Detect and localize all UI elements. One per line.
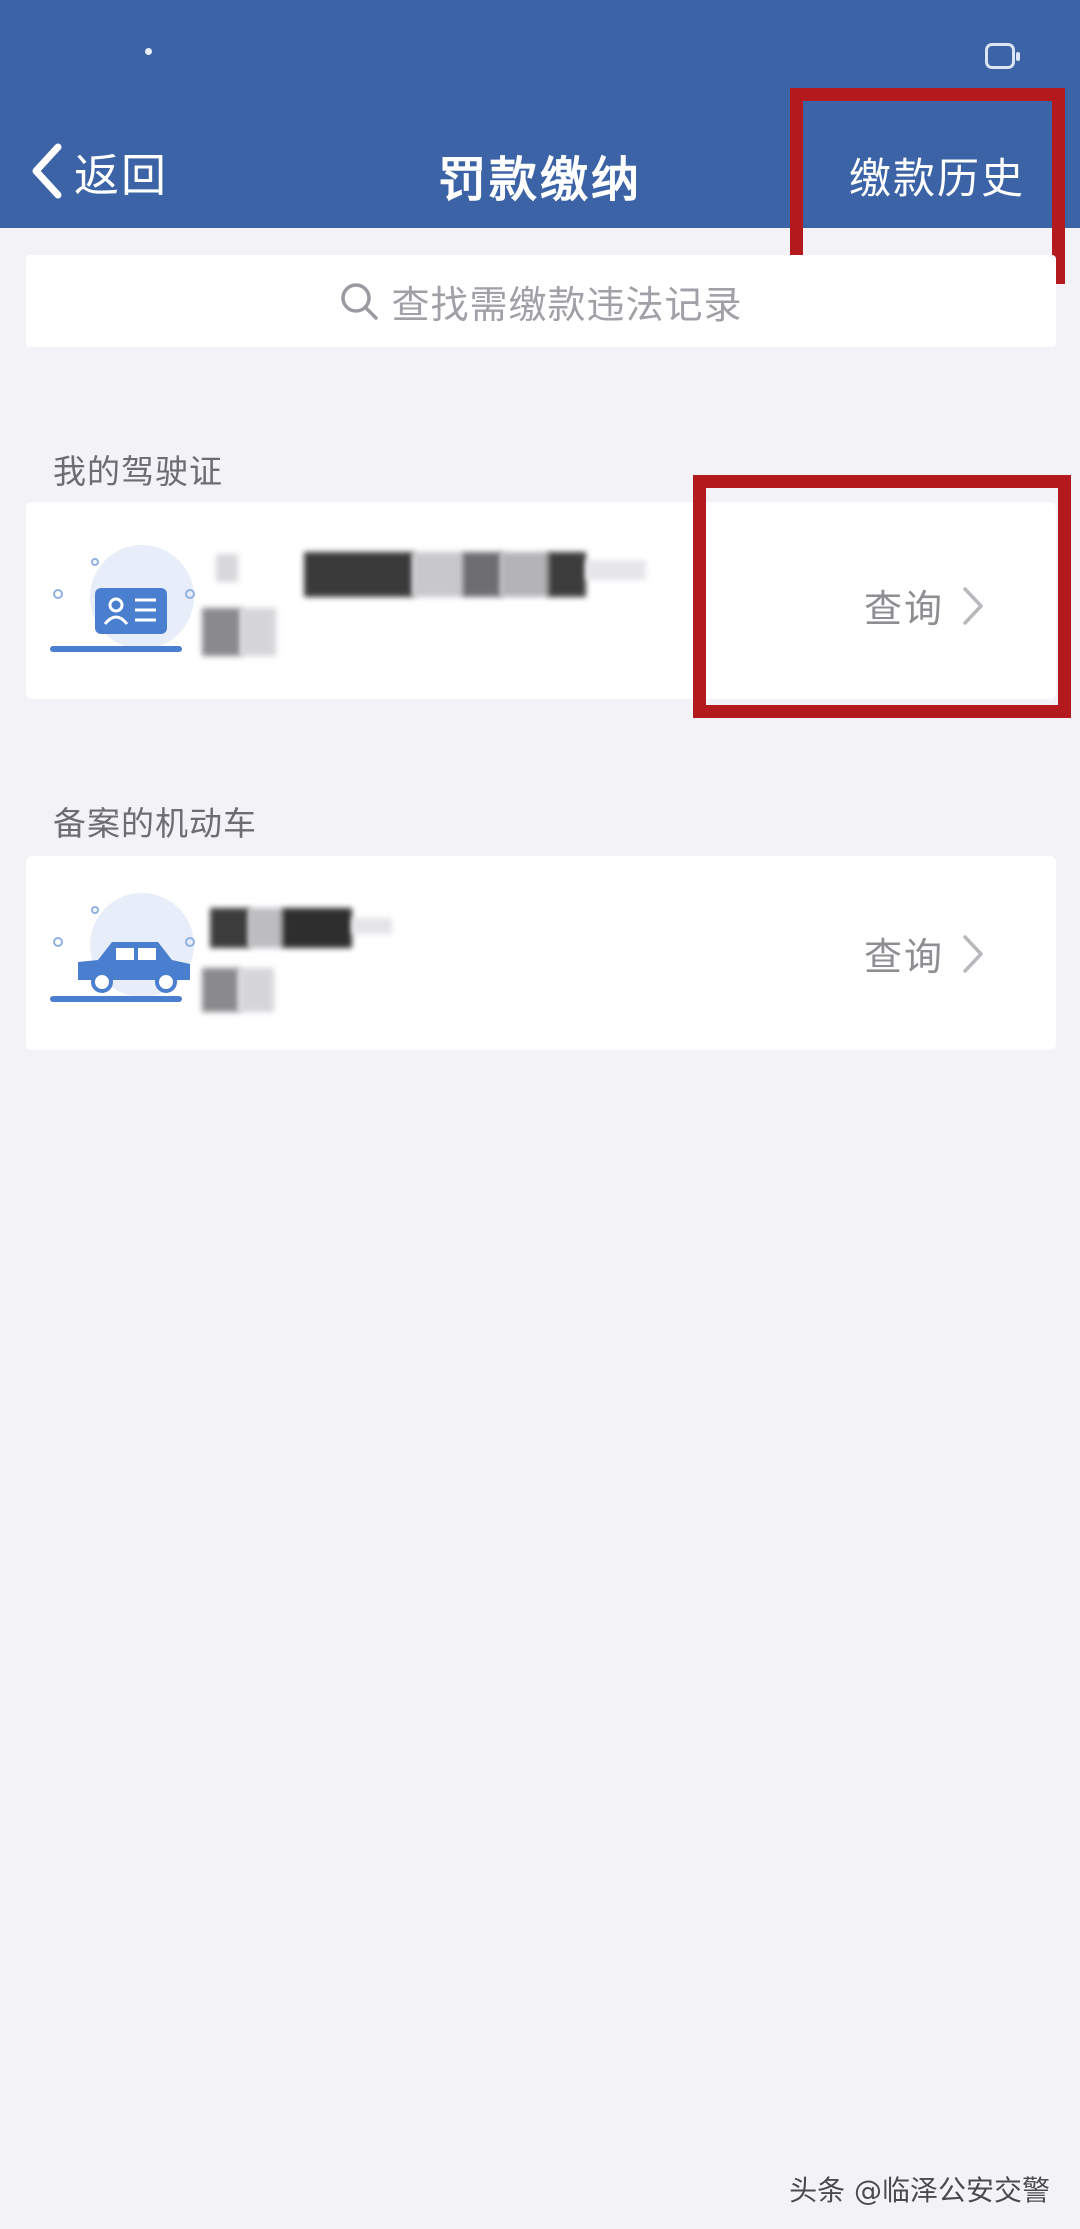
section-title-vehicle: 备案的机动车 bbox=[53, 804, 257, 843]
search-icon bbox=[341, 283, 379, 320]
vehicle-query-button[interactable]: 查询 bbox=[864, 926, 984, 981]
chevron-right-icon bbox=[963, 934, 983, 973]
search-placeholder: 查找需缴款违法记录 bbox=[391, 282, 743, 327]
query-label: 查询 bbox=[863, 935, 944, 979]
status-dot bbox=[145, 48, 152, 55]
car-icon bbox=[50, 893, 195, 1002]
section-title-license: 我的驾驶证 bbox=[53, 452, 223, 491]
watermark-text: 头条 @临泽公安交警 bbox=[789, 2174, 1050, 2207]
license-card-icon bbox=[50, 545, 195, 652]
vehicle-card[interactable]: 查询 bbox=[26, 856, 1056, 1050]
search-bar[interactable]: 查找需缴款违法记录 bbox=[26, 255, 1056, 347]
annotation-box-query bbox=[693, 475, 1071, 718]
battery-icon bbox=[985, 43, 1020, 69]
